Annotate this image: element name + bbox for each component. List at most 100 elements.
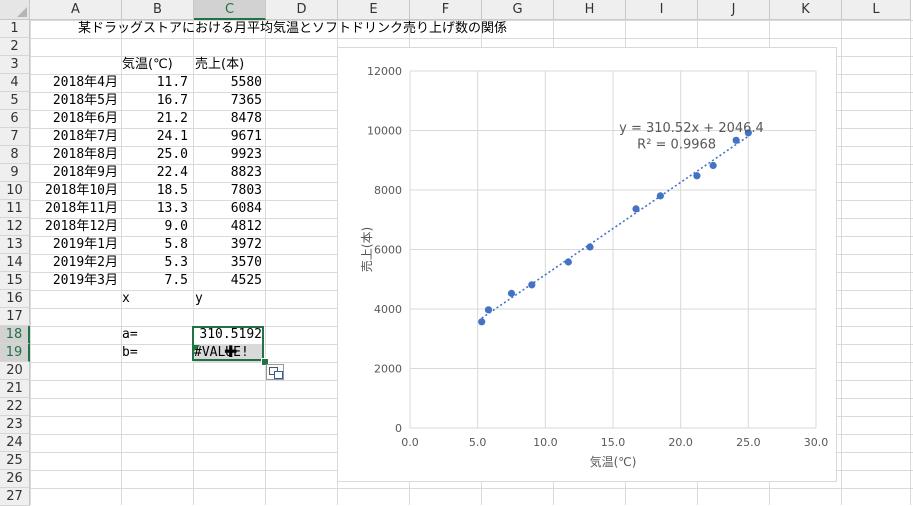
x-tick-label: 0.0 bbox=[401, 436, 419, 449]
cell-sales[interactable]: 6084 bbox=[194, 200, 262, 218]
trendline-equation: y = 310.52x + 2046.4 bbox=[619, 121, 764, 136]
cell-month[interactable]: 2018年8月 bbox=[30, 146, 118, 164]
cell-sales[interactable]: 7365 bbox=[194, 92, 262, 110]
row-header-21[interactable]: 21 bbox=[0, 380, 30, 398]
cell-month[interactable]: 2018年7月 bbox=[30, 128, 118, 146]
cell-sales[interactable]: 8478 bbox=[194, 110, 262, 128]
row-header-2[interactable]: 2 bbox=[0, 38, 30, 56]
cell-b1-title[interactable]: 某ドラッグストアにおける月平均気温とソフトドリンク売り上げ数の関係 bbox=[78, 20, 507, 38]
cell-sales[interactable]: 3972 bbox=[194, 236, 262, 254]
row-header-5[interactable]: 5 bbox=[0, 92, 30, 110]
column-header-f[interactable]: F bbox=[410, 0, 482, 20]
column-header-i[interactable]: I bbox=[626, 0, 698, 20]
row-header-24[interactable]: 24 bbox=[0, 434, 30, 452]
row-header-4[interactable]: 4 bbox=[0, 74, 30, 92]
cell-month[interactable]: 2019年2月 bbox=[30, 254, 118, 272]
column-header-d[interactable]: D bbox=[266, 0, 338, 20]
row-header-23[interactable]: 23 bbox=[0, 416, 30, 434]
cell-month[interactable]: 2018年10月 bbox=[30, 182, 118, 200]
row-header-14[interactable]: 14 bbox=[0, 254, 30, 272]
row-header-27[interactable]: 27 bbox=[0, 488, 30, 506]
column-header-h[interactable]: H bbox=[554, 0, 626, 20]
cell-month[interactable]: 2018年12月 bbox=[30, 218, 118, 236]
row-header-8[interactable]: 8 bbox=[0, 146, 30, 164]
cell-temp[interactable]: 13.3 bbox=[122, 200, 188, 218]
cell-month[interactable]: 2018年5月 bbox=[30, 92, 118, 110]
row-header-17[interactable]: 17 bbox=[0, 308, 30, 326]
data-point bbox=[564, 258, 572, 266]
row-header-19[interactable]: 19 bbox=[0, 344, 30, 362]
cell-temp[interactable]: 9.0 bbox=[122, 218, 188, 236]
scatter-chart[interactable]: 0 2000 4000 6000 8000 10000 12000 0.0 5.0 10.0 15.… bbox=[337, 47, 837, 482]
error-indicator-icon[interactable] bbox=[193, 345, 200, 352]
row-header-1[interactable]: 1 bbox=[0, 20, 30, 38]
select-all-corner[interactable] bbox=[0, 0, 30, 20]
row-header-25[interactable]: 25 bbox=[0, 452, 30, 470]
cell-temp[interactable]: 16.7 bbox=[122, 92, 188, 110]
cell-temp[interactable]: 24.1 bbox=[122, 128, 188, 146]
cell-temp[interactable]: 22.4 bbox=[122, 164, 188, 182]
column-header-g[interactable]: G bbox=[482, 0, 554, 20]
cell-month[interactable]: 2018年11月 bbox=[30, 200, 118, 218]
cell-b16-x-label[interactable]: x bbox=[122, 290, 130, 308]
cell-temp[interactable]: 11.7 bbox=[122, 74, 188, 92]
column-header-l[interactable]: L bbox=[842, 0, 911, 20]
column-header-j[interactable]: J bbox=[698, 0, 770, 20]
cell-b19-b-label[interactable]: b= bbox=[122, 344, 138, 362]
cell-sales[interactable]: 3570 bbox=[194, 254, 262, 272]
x-axis-title: 気温(℃) bbox=[590, 454, 637, 469]
cell-temp[interactable]: 21.2 bbox=[122, 110, 188, 128]
spreadsheet: ABCDEFGHIJKL 1 2 3 4 5 6 7 8 9 10 11 12 13 14 15 16 17 18… bbox=[0, 0, 913, 506]
cell-b3-temp-header[interactable]: 気温(℃) bbox=[122, 56, 173, 74]
row-header-10[interactable]: 10 bbox=[0, 182, 30, 200]
quick-analysis-icon[interactable] bbox=[266, 364, 284, 380]
row-header-15[interactable]: 15 bbox=[0, 272, 30, 290]
row-header-7[interactable]: 7 bbox=[0, 128, 30, 146]
y-axis-title: 売上(本) bbox=[359, 227, 374, 272]
row-header-11[interactable]: 11 bbox=[0, 200, 30, 218]
row-header-13[interactable]: 13 bbox=[0, 236, 30, 254]
cell-sales[interactable]: 9671 bbox=[194, 128, 262, 146]
column-header-k[interactable]: K bbox=[770, 0, 842, 20]
row-header-20[interactable]: 20 bbox=[0, 362, 30, 380]
data-point bbox=[709, 161, 717, 170]
data-point bbox=[732, 136, 740, 144]
cell-month[interactable]: 2019年1月 bbox=[30, 236, 118, 254]
row-header-18[interactable]: 18 bbox=[0, 326, 30, 344]
column-header-b[interactable]: B bbox=[122, 0, 194, 20]
row-header-3[interactable]: 3 bbox=[0, 56, 30, 74]
x-tick-label: 25.0 bbox=[736, 436, 761, 449]
row-header-22[interactable]: 22 bbox=[0, 398, 30, 416]
row-header-16[interactable]: 16 bbox=[0, 290, 30, 308]
cell-month[interactable]: 2018年6月 bbox=[30, 110, 118, 128]
y-tick-label: 4000 bbox=[374, 303, 402, 316]
column-header-a[interactable]: A bbox=[30, 0, 122, 20]
cell-c16-y-label[interactable]: y bbox=[195, 290, 203, 308]
x-tick-label: 30.0 bbox=[804, 436, 829, 449]
column-header-e[interactable]: E bbox=[338, 0, 410, 20]
cell-sales[interactable]: 9923 bbox=[194, 146, 262, 164]
cell-sales[interactable]: 4525 bbox=[194, 272, 262, 290]
cell-temp[interactable]: 18.5 bbox=[122, 182, 188, 200]
cell-sales[interactable]: 8823 bbox=[194, 164, 262, 182]
cell-temp[interactable]: 7.5 bbox=[122, 272, 188, 290]
cell-temp[interactable]: 5.3 bbox=[122, 254, 188, 272]
cell-sales[interactable]: 5580 bbox=[194, 74, 262, 92]
cell-c3-sales-header[interactable]: 売上(本) bbox=[195, 56, 244, 74]
row-header-6[interactable]: 6 bbox=[0, 110, 30, 128]
cell-b18-a-label[interactable]: a= bbox=[122, 326, 138, 344]
row-header-12[interactable]: 12 bbox=[0, 218, 30, 236]
data-point bbox=[693, 172, 701, 180]
row-header-26[interactable]: 26 bbox=[0, 470, 30, 488]
cell-month[interactable]: 2019年3月 bbox=[30, 272, 118, 290]
cell-sales[interactable]: 4812 bbox=[194, 218, 262, 236]
column-header-c[interactable]: C bbox=[194, 0, 266, 20]
x-tick-label: 10.0 bbox=[533, 436, 558, 449]
cell-temp[interactable]: 25.0 bbox=[122, 146, 188, 164]
cell-sales[interactable]: 7803 bbox=[194, 182, 262, 200]
cell-month[interactable]: 2018年4月 bbox=[30, 74, 118, 92]
row-header-9[interactable]: 9 bbox=[0, 164, 30, 182]
cell-temp[interactable]: 5.8 bbox=[122, 236, 188, 254]
cell-month[interactable]: 2018年9月 bbox=[30, 164, 118, 182]
x-tick-label: 5.0 bbox=[469, 436, 487, 449]
